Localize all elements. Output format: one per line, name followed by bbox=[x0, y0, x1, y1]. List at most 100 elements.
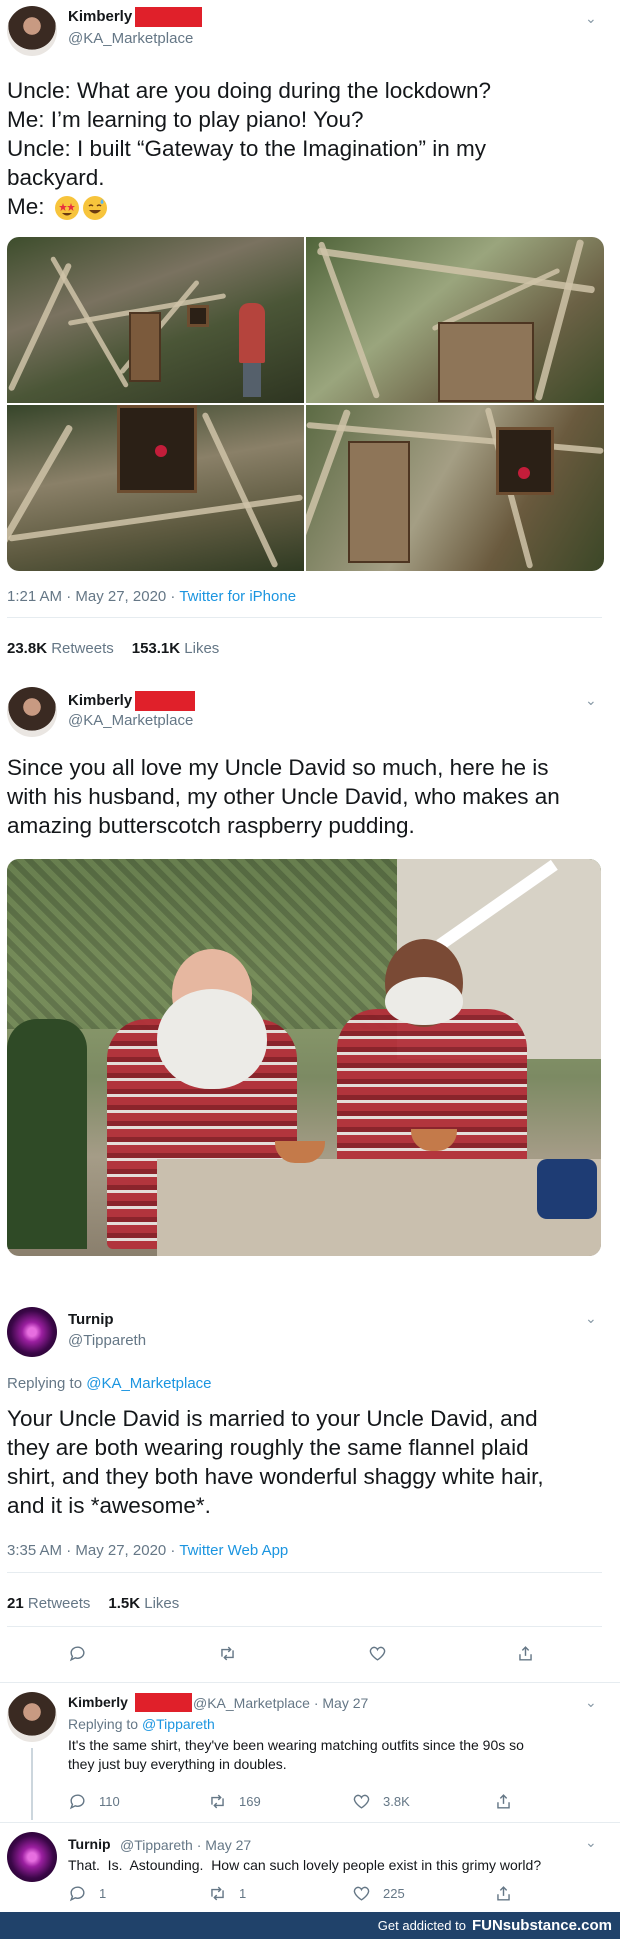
reply-button[interactable]: 1 bbox=[68, 1884, 106, 1903]
tweet-text: Since you all love my Uncle David so muc… bbox=[7, 755, 560, 838]
retweet-icon bbox=[211, 1886, 224, 1901]
thread-line bbox=[31, 1748, 33, 1820]
footer-tagline: Get addicted to bbox=[377, 1918, 466, 1933]
share-button[interactable] bbox=[494, 1884, 513, 1903]
heart-icon bbox=[353, 1794, 370, 1809]
retweet-icon bbox=[211, 1794, 224, 1809]
photo-gateway-door[interactable] bbox=[306, 237, 604, 403]
retweet-button[interactable]: 169 bbox=[208, 1792, 261, 1811]
avatar[interactable] bbox=[7, 687, 57, 737]
author-name[interactable]: Kimberly bbox=[68, 692, 132, 709]
retweet-button[interactable]: 1 bbox=[208, 1884, 246, 1903]
tweet-1: Kimberly @KA_Marketplace ⌄ Uncle: What a… bbox=[0, 0, 620, 670]
redaction-bar bbox=[135, 691, 195, 711]
replying-to: Replying to @KA_Marketplace bbox=[7, 1375, 212, 1392]
like-count[interactable]: 1.5K bbox=[108, 1595, 140, 1612]
author-name[interactable]: Turnip bbox=[68, 1311, 114, 1328]
divider bbox=[7, 1572, 602, 1573]
likes-label[interactable]: Likes bbox=[184, 640, 219, 657]
author-handle[interactable]: @KA_Marketplace bbox=[68, 712, 193, 729]
reply-count: 110 bbox=[99, 1794, 120, 1809]
tweet-text: Your Uncle David is married to your Uncl… bbox=[7, 1406, 544, 1518]
grinning-sweat-emoji-icon bbox=[82, 196, 107, 221]
share-button[interactable] bbox=[494, 1792, 513, 1811]
replying-prefix: Replying to bbox=[68, 1716, 142, 1732]
footer-brand[interactable]: FUNsubstance.com bbox=[472, 1917, 612, 1934]
reply-icon bbox=[69, 1646, 85, 1662]
avatar[interactable] bbox=[7, 6, 57, 56]
handle-and-date[interactable]: @Tippareth · May 27 bbox=[120, 1837, 251, 1853]
retweet-button[interactable] bbox=[218, 1644, 237, 1663]
retweet-count[interactable]: 23.8K bbox=[7, 640, 47, 657]
retweets-label[interactable]: Retweets bbox=[28, 1595, 91, 1612]
share-icon bbox=[497, 1886, 510, 1901]
tweet-time[interactable]: 3:35 AM · May 27, 2020 · bbox=[7, 1542, 179, 1559]
tweet-text-body: Uncle: What are you doing during the loc… bbox=[7, 78, 492, 219]
reply-text: It's the same shirt, they've been wearin… bbox=[68, 1737, 524, 1772]
photo-uncles[interactable] bbox=[7, 859, 601, 1256]
tweet-source[interactable]: Twitter for iPhone bbox=[179, 588, 296, 605]
retweets-label[interactable]: Retweets bbox=[51, 640, 114, 657]
watermark-footer: Get addicted to FUNsubstance.com bbox=[0, 1912, 620, 1939]
reply-button[interactable]: 110 bbox=[68, 1792, 120, 1811]
tweet-time[interactable]: 1:21 AM · May 27, 2020 · bbox=[7, 588, 179, 605]
like-button[interactable] bbox=[368, 1644, 387, 1663]
handle-and-date[interactable]: @KA_Marketplace · May 27 bbox=[193, 1695, 368, 1711]
avatar[interactable] bbox=[7, 1692, 57, 1742]
divider bbox=[0, 1682, 620, 1683]
replying-to-link[interactable]: @KA_Marketplace bbox=[86, 1375, 211, 1392]
photo-gateway-full[interactable] bbox=[7, 237, 304, 403]
author-name[interactable]: Kimberly bbox=[68, 8, 132, 25]
tweet-3: Turnip @Tippareth ⌄ Replying to @KA_Mark… bbox=[0, 1292, 620, 1692]
tweet-text: Uncle: What are you doing during the loc… bbox=[7, 76, 607, 221]
author-handle[interactable]: @Tippareth bbox=[68, 1332, 146, 1349]
tweet-stats: 23.8K Retweets 153.1K Likes bbox=[7, 640, 219, 657]
avatar[interactable] bbox=[7, 1307, 57, 1357]
heart-icon bbox=[353, 1886, 370, 1901]
reply-icon bbox=[69, 1886, 85, 1902]
like-count: 3.8K bbox=[383, 1794, 410, 1809]
reply-button[interactable] bbox=[68, 1644, 87, 1663]
like-count: 225 bbox=[383, 1886, 405, 1901]
avatar[interactable] bbox=[7, 1832, 57, 1882]
chevron-down-icon[interactable]: ⌄ bbox=[585, 1310, 597, 1327]
like-button[interactable]: 3.8K bbox=[352, 1792, 410, 1811]
chevron-down-icon[interactable]: ⌄ bbox=[585, 1694, 597, 1711]
author-name[interactable]: Kimberly bbox=[68, 1694, 128, 1710]
retweet-count[interactable]: 21 bbox=[7, 1595, 24, 1612]
redaction-bar bbox=[135, 1693, 192, 1712]
photo-gateway-side[interactable] bbox=[306, 405, 604, 571]
reply-icon bbox=[69, 1794, 85, 1810]
share-button[interactable] bbox=[516, 1644, 535, 1663]
star-struck-emoji-icon bbox=[54, 196, 79, 221]
reply-text: That. Is. Astounding. How can such lovel… bbox=[68, 1857, 542, 1873]
author-name[interactable]: Turnip bbox=[68, 1836, 111, 1852]
reply-tweet-2: Turnip @Tippareth · May 27 ⌄ That. Is. A… bbox=[0, 1824, 620, 1912]
like-count[interactable]: 153.1K bbox=[132, 640, 180, 657]
replying-to: Replying to @Tippareth bbox=[68, 1716, 215, 1732]
replying-prefix: Replying to bbox=[7, 1375, 87, 1392]
divider bbox=[7, 1626, 602, 1627]
heart-icon bbox=[369, 1646, 386, 1661]
tweet-timestamp: 3:35 AM · May 27, 2020 · Twitter Web App bbox=[7, 1542, 288, 1559]
share-icon bbox=[519, 1646, 532, 1661]
share-icon bbox=[497, 1794, 510, 1809]
retweet-count: 1 bbox=[239, 1886, 247, 1901]
reply-tweet-1: Kimberly @KA_Marketplace · May 27 ⌄ Repl… bbox=[0, 1684, 620, 1824]
divider bbox=[7, 617, 602, 618]
replying-to-link[interactable]: @Tippareth bbox=[142, 1716, 215, 1732]
reply-count: 1 bbox=[99, 1886, 107, 1901]
photo-gateway-window[interactable] bbox=[7, 405, 304, 571]
retweet-count: 169 bbox=[239, 1794, 261, 1809]
chevron-down-icon[interactable]: ⌄ bbox=[585, 1834, 597, 1851]
tweet-2: Kimberly @KA_Marketplace ⌄ Since you all… bbox=[0, 672, 620, 1292]
divider bbox=[0, 1822, 620, 1823]
chevron-down-icon[interactable]: ⌄ bbox=[585, 10, 597, 27]
like-button[interactable]: 225 bbox=[352, 1884, 405, 1903]
tweet-timestamp: 1:21 AM · May 27, 2020 · Twitter for iPh… bbox=[7, 588, 296, 605]
tweet-stats: 21 Retweets 1.5K Likes bbox=[7, 1595, 179, 1612]
tweet-source[interactable]: Twitter Web App bbox=[179, 1542, 288, 1559]
likes-label[interactable]: Likes bbox=[144, 1595, 179, 1612]
chevron-down-icon[interactable]: ⌄ bbox=[585, 692, 597, 709]
author-handle[interactable]: @KA_Marketplace bbox=[68, 30, 193, 47]
